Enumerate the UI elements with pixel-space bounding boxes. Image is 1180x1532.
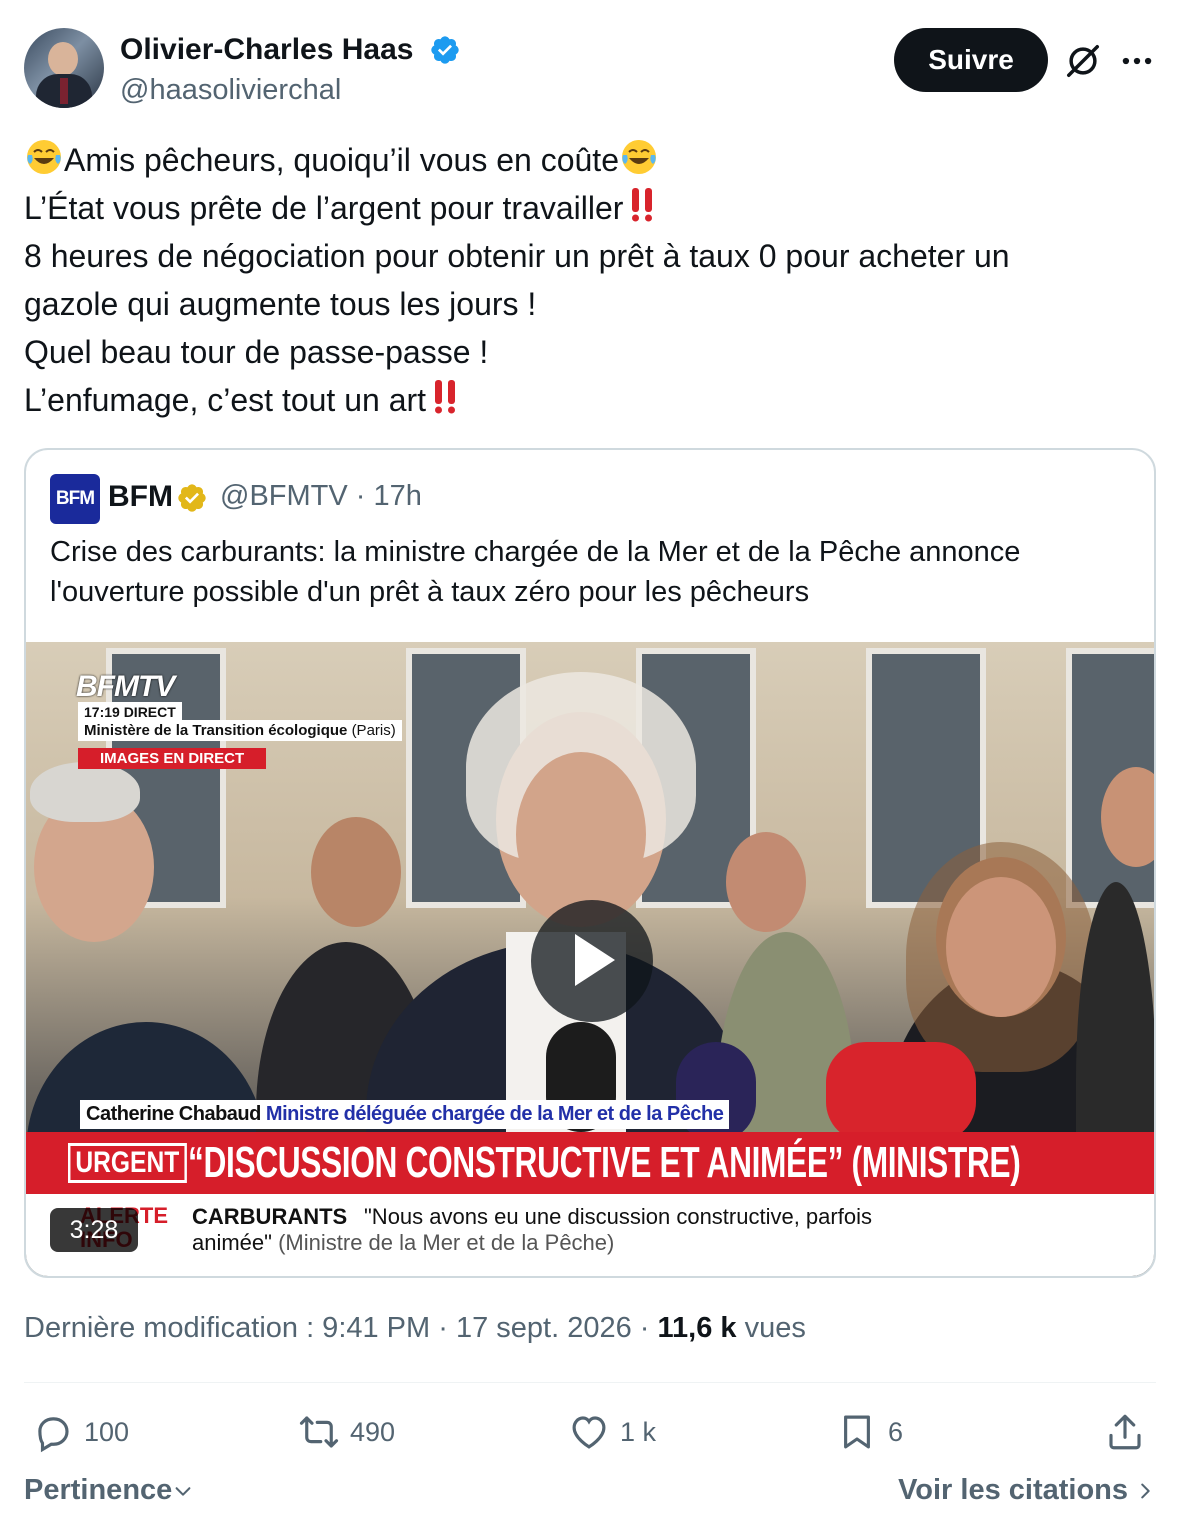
bookmark-count: 6 (888, 1416, 904, 1447)
tweet-line: 8 heures de négociation pour obtenir un … (24, 232, 1156, 280)
tweet-line-4-text: gazole qui augmente tous les jours ! (24, 286, 537, 322)
tweet-line: L’enfumage, c’est tout un art (24, 376, 1156, 424)
like-count: 1 k (620, 1416, 657, 1447)
avatar-face (48, 42, 78, 76)
location-city: (Paris) (351, 722, 396, 739)
video-player[interactable]: BFMTV 17:19 DIRECT Ministère de la Trans… (26, 642, 1154, 1276)
verified-badge-icon (431, 36, 459, 64)
play-button[interactable] (531, 900, 653, 1022)
quoted-tweet-text: Crise des carburants: la ministre chargé… (50, 536, 1021, 608)
tweet-line: Quel beau tour de passe-passe ! (24, 328, 1156, 376)
divider (24, 1382, 1156, 1383)
tweet-header: Olivier-Charles Haas @haasolivierchal Su… (24, 28, 1156, 108)
sort-dropdown[interactable]: Pertinence (24, 1474, 194, 1507)
urgent-tag: URGENT (68, 1143, 187, 1183)
like-button[interactable]: 1 k (568, 1404, 656, 1460)
laughing-crying-emoji-icon (27, 140, 61, 174)
tweet-line-1-text: Amis pêcheurs, quoiqu’il vous en coûte (64, 142, 619, 178)
tweet-line-2-text: L’État vous prête de l’argent pour trava… (24, 190, 624, 226)
tweet-line-3-text: 8 heures de négociation pour obtenir un … (24, 238, 1010, 274)
live-time-label: 17:19 DIRECT (78, 702, 182, 722)
avatar[interactable] (24, 28, 104, 108)
microphone (826, 1042, 976, 1142)
bookmark-button[interactable]: 6 (836, 1404, 903, 1460)
tweet-meta: Dernière modification : 9:41 PM · 17 sep… (24, 1312, 806, 1345)
double-exclamation-emoji-icon (632, 188, 653, 222)
chevron-down-icon (175, 1486, 191, 1496)
repost-button[interactable]: 490 (298, 1404, 395, 1460)
repost-count: 490 (350, 1416, 396, 1447)
bookmark-icon (844, 1415, 870, 1449)
bfm-avatar[interactable]: BFM (50, 474, 100, 524)
person-bg-head (311, 817, 401, 927)
ticker-source: (Ministre de la Mer et de la Pêche) (278, 1230, 615, 1255)
person-right-face (946, 877, 1056, 1017)
verified-organization-badge-icon (178, 484, 206, 512)
news-ticker: ALERTE INFO CARBURANTS "Nous avons eu un… (26, 1194, 1154, 1276)
more-icon[interactable] (1118, 42, 1156, 80)
images-en-direct-label: IMAGES EN DIRECT (78, 748, 267, 769)
location-text: Ministère de la Transition écologique (84, 722, 348, 739)
person-left-hair (30, 762, 140, 822)
author-handle[interactable]: @haasolivierchal (120, 72, 341, 108)
tweet-line: Amis pêcheurs, quoiqu’il vous en coûte (24, 136, 1156, 184)
follow-button[interactable]: Suivre (894, 28, 1048, 92)
urgent-headline: “DISCUSSION CONSTRUCTIVE ET ANIMÉE” (MIN… (188, 1138, 1021, 1187)
views-label: vues (744, 1312, 806, 1344)
quoted-timestamp[interactable]: · 17h (356, 480, 422, 512)
minister-face (516, 752, 646, 917)
location-label: Ministère de la Transition écologique (P… (78, 720, 402, 741)
tweet-line: L’État vous prête de l’argent pour trava… (24, 184, 1156, 232)
reply-icon (38, 1417, 69, 1453)
speaker-role: Ministre déléguée chargée de la Mer et d… (265, 1103, 724, 1125)
speaker-name: Catherine Chabaud (86, 1103, 261, 1125)
heart-icon (572, 1416, 606, 1449)
repost-icon (299, 1416, 339, 1448)
speaker-lower-third: Catherine Chabaud Ministre déléguée char… (80, 1100, 730, 1129)
author-name[interactable]: Olivier-Charles Haas (120, 32, 413, 68)
play-icon (575, 934, 615, 986)
share-button[interactable] (1104, 1404, 1156, 1460)
tweet-line-6-text: L’enfumage, c’est tout un art (24, 382, 427, 418)
laughing-crying-emoji-icon (621, 140, 656, 174)
reply-button[interactable]: 100 (32, 1404, 129, 1460)
views-count: 11,6 k (657, 1312, 737, 1344)
quoted-handle-text: @BFMTV (220, 480, 348, 512)
share-icon (1109, 1414, 1141, 1450)
view-quotes-label: Voir les citations (898, 1474, 1128, 1506)
person-bg-head (726, 832, 806, 932)
double-exclamation-emoji-icon (435, 380, 456, 414)
ticker-text: "Nous avons eu une discussion constructi… (192, 1204, 952, 1256)
quoted-author-handle: @BFMTV · 17h (220, 480, 422, 513)
tweet-line: gazole qui augmente tous les jours ! (24, 280, 1156, 328)
tweet-line-5-text: Quel beau tour de passe-passe ! (24, 334, 489, 370)
urgent-banner: URGENT “DISCUSSION CONSTRUCTIVE ET ANIMÉ… (26, 1132, 1154, 1194)
avatar-tie (60, 78, 68, 104)
quoted-author-name[interactable]: BFM (108, 480, 173, 514)
bfmtv-channel-logo: BFMTV (76, 670, 175, 703)
action-bar: 100 490 1 k 6 (24, 1404, 1156, 1460)
chevron-right-icon (1141, 1483, 1150, 1498)
quoted-tweet[interactable]: BFM BFM @BFMTV · 17h Crise des carburant… (24, 448, 1156, 1278)
view-quotes-link[interactable]: Voir les citations (898, 1474, 1156, 1507)
tweet-text: Amis pêcheurs, quoiqu’il vous en coûte L… (24, 136, 1156, 424)
grok-icon[interactable] (1064, 42, 1102, 80)
reply-count: 100 (84, 1416, 130, 1447)
video-duration: 3:28 (50, 1208, 138, 1252)
timestamp[interactable]: Dernière modification : 9:41 PM · 17 sep… (24, 1312, 649, 1344)
sort-label: Pertinence (24, 1474, 173, 1506)
